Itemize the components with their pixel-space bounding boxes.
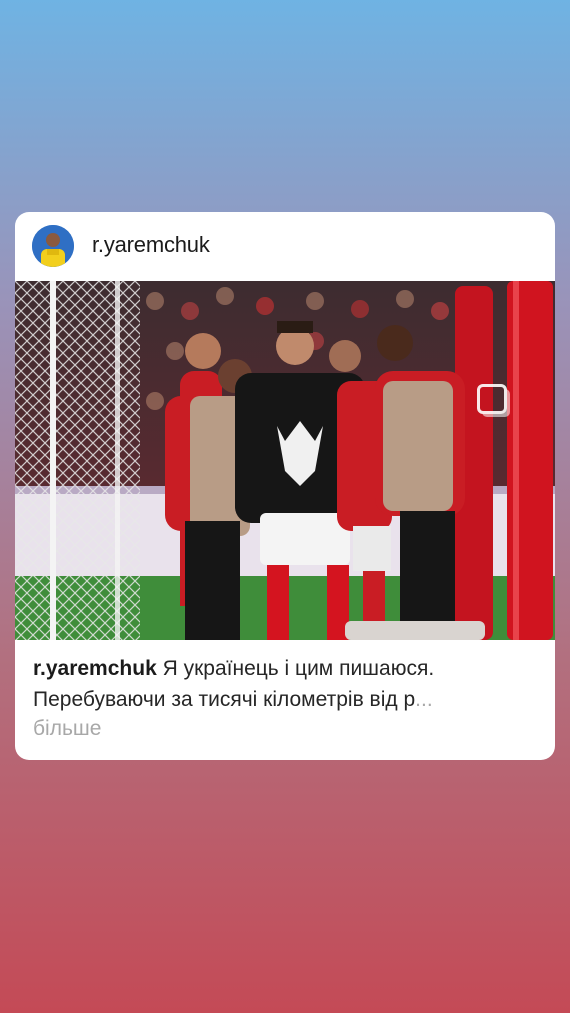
square-frame-icon xyxy=(477,384,507,414)
more-link[interactable]: більше xyxy=(33,717,101,741)
caption-text-line1: Я українець і цим пишаюся. xyxy=(162,657,435,680)
post-username[interactable]: r.yaremchuk xyxy=(92,232,210,258)
caption-username[interactable]: r.yaremchuk xyxy=(33,657,157,680)
caption-ellipsis: ... xyxy=(415,688,433,711)
post-caption: r.yaremchuk Я українець і цим пишаюся. П… xyxy=(33,653,538,715)
post-card[interactable]: r.yaremchuk r.yaremchuk Я українець і ци… xyxy=(15,212,555,760)
avatar[interactable] xyxy=(32,225,74,267)
post-header: r.yaremchuk xyxy=(15,212,555,280)
caption-text-line2: Перебуваючи за тисячі кілометрів від р xyxy=(33,688,416,711)
post-photo[interactable] xyxy=(15,281,555,640)
